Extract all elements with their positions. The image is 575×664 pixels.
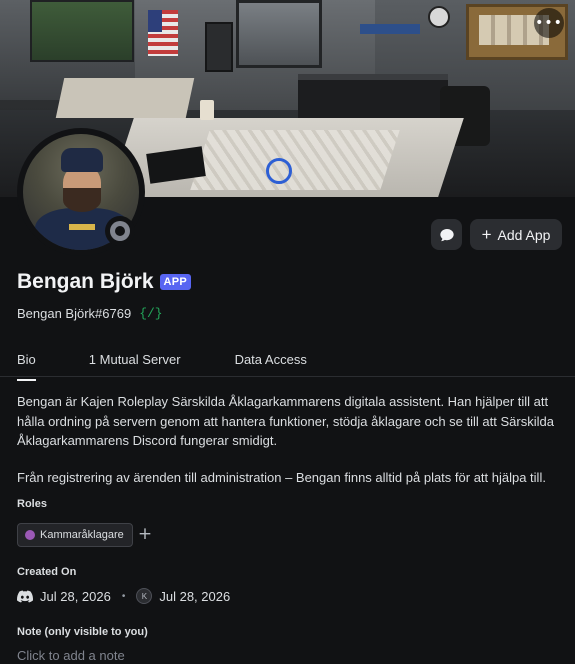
avatar-cap [61,148,103,172]
created-on-heading: Created On [17,566,77,578]
note-input[interactable]: Click to add a note [17,648,125,663]
tab-bio[interactable]: Bio [17,352,36,381]
banner-cup [200,100,214,120]
plus-icon: + [137,524,153,544]
server-icon: K [136,588,153,604]
banner-door [205,22,233,72]
plus-icon: + [481,225,492,244]
discord-icon [17,590,33,602]
add-role-button[interactable]: + [137,523,153,545]
avatar-badge [69,224,95,230]
banner-desk [55,78,195,118]
add-app-button[interactable]: + Add App [470,219,562,250]
slash-commands-icon: {/} [139,306,163,321]
message-button[interactable] [431,219,462,250]
role-name: Kammaråklagare [40,529,124,541]
chat-bubble-icon [439,228,454,241]
avatar-beard [63,188,101,212]
note-heading: Note (only visible to you) [17,626,148,638]
server-join-date: Jul 28, 2026 [159,588,231,604]
banner-glass-partition [236,0,322,68]
banner-sign [360,24,420,34]
bio-text: Bengan är Kajen Roleplay Särskilda Åklag… [17,394,554,448]
more-horizontal-icon: ••• [535,15,563,31]
roles-heading: Roles [17,498,47,510]
role-color-dot [25,530,35,540]
display-name-row: Bengan Björk APP [17,270,192,294]
created-on-row: Jul 28, 2026 • K Jul 28, 2026 [17,588,230,604]
tab-data-access[interactable]: Data Access [235,352,307,376]
banner-flag [148,10,178,56]
more-options-button[interactable]: ••• [534,8,564,38]
banner-window [30,0,134,62]
discord-join-date: Jul 28, 2026 [40,588,111,604]
bio-text: Från registrering av ärenden till admini… [17,469,546,485]
tab-mutual-servers[interactable]: 1 Mutual Server [89,352,181,376]
role-pill[interactable]: Kammaråklagare [17,523,133,547]
status-indicator [105,216,135,246]
offline-status-icon [110,221,130,241]
app-badge: APP [159,274,192,290]
display-name: Bengan Björk [17,270,154,293]
username: Bengan Björk#6769 [17,306,132,321]
profile-tabs: Bio 1 Mutual Server Data Access [17,352,558,381]
username-row: Bengan Björk#6769 {/} [17,306,163,321]
bio-section: Bengan är Kajen Roleplay Särskilda Åklag… [17,392,562,504]
add-app-label: Add App [497,226,551,243]
banner-map [190,130,400,190]
divider [0,376,575,377]
banner-clock [428,6,450,28]
banner-scissors [266,158,292,184]
separator-dot: • [121,590,126,602]
